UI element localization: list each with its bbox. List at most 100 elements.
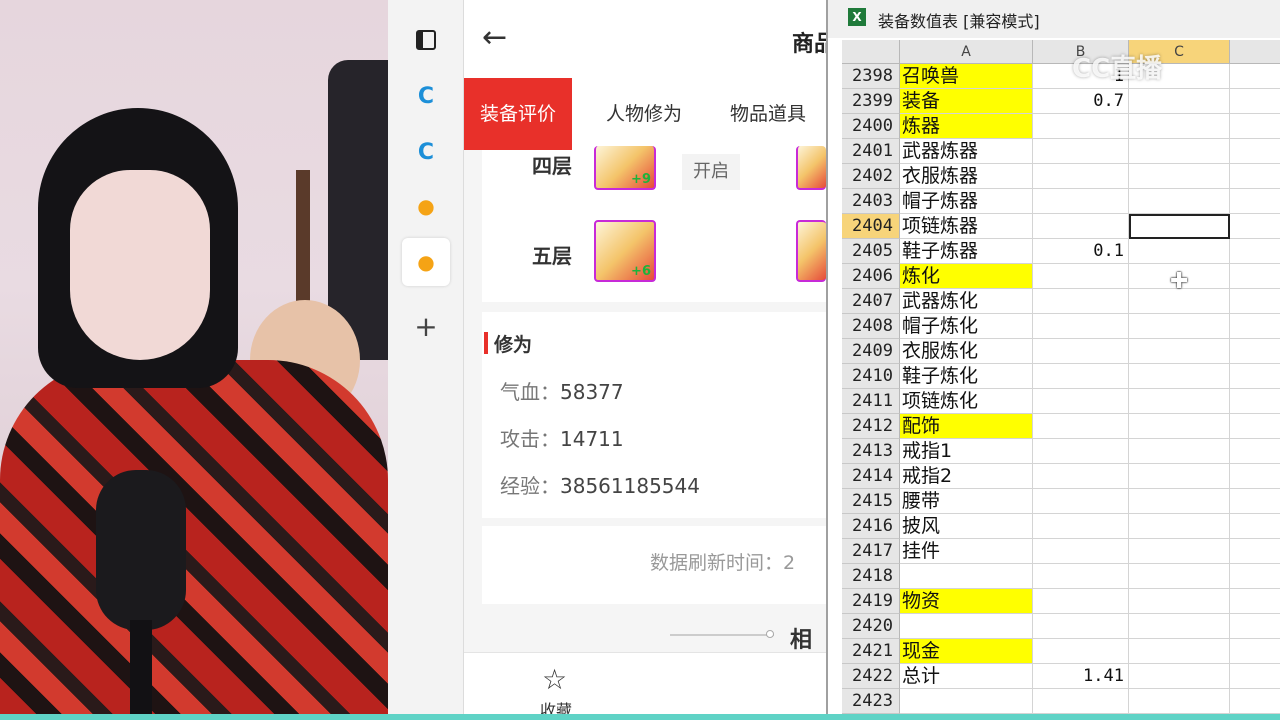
cell-b[interactable]: [1033, 464, 1129, 489]
cell-a[interactable]: 召唤兽: [900, 64, 1033, 89]
star-icon[interactable]: ☆: [542, 663, 567, 696]
cell-a[interactable]: 鞋子炼化: [900, 364, 1033, 389]
cell-b[interactable]: 1.41: [1033, 664, 1129, 689]
row-number[interactable]: 2422: [842, 664, 900, 689]
row-number[interactable]: 2400: [842, 114, 900, 139]
row-number[interactable]: 2420: [842, 614, 900, 639]
tab-e-icon-2[interactable]: C: [402, 128, 450, 176]
row-number[interactable]: 2415: [842, 489, 900, 514]
cell-d[interactable]: [1230, 339, 1280, 364]
row-number[interactable]: 2405: [842, 239, 900, 264]
cell-c[interactable]: [1129, 189, 1230, 214]
cell-c[interactable]: [1129, 639, 1230, 664]
row-number[interactable]: 2411: [842, 389, 900, 414]
cell-d[interactable]: [1230, 489, 1280, 514]
cell-b[interactable]: [1033, 514, 1129, 539]
item-slot-partial[interactable]: [796, 146, 826, 190]
cell-c[interactable]: [1129, 139, 1230, 164]
cell-b[interactable]: [1033, 414, 1129, 439]
cell-d[interactable]: [1230, 364, 1280, 389]
row-number[interactable]: 2418: [842, 564, 900, 589]
cell-d[interactable]: [1230, 89, 1280, 114]
row-number[interactable]: 2419: [842, 589, 900, 614]
cell-a[interactable]: 披风: [900, 514, 1033, 539]
cell-c[interactable]: [1129, 239, 1230, 264]
cell-b[interactable]: 0.1: [1033, 239, 1129, 264]
row-number[interactable]: 2399: [842, 89, 900, 114]
row-number[interactable]: 2413: [842, 439, 900, 464]
cell-b[interactable]: [1033, 389, 1129, 414]
spreadsheet-grid[interactable]: A B C 2398 召唤兽 1 2399 装备 0.7 2400 炼器 2401 武器炼器 240…: [842, 40, 1280, 714]
cell-c[interactable]: [1129, 339, 1230, 364]
cell-d[interactable]: [1230, 64, 1280, 89]
row-number[interactable]: 2404: [842, 214, 900, 239]
cell-c[interactable]: [1129, 439, 1230, 464]
cell-d[interactable]: [1230, 389, 1280, 414]
cell-a[interactable]: 帽子炼器: [900, 189, 1033, 214]
cell-b[interactable]: [1033, 639, 1129, 664]
cell-c[interactable]: [1129, 664, 1230, 689]
cell-a[interactable]: [900, 614, 1033, 639]
item-slot-partial[interactable]: [796, 220, 826, 282]
tab-equipment-rating[interactable]: 装备评价: [464, 78, 573, 150]
cell-c[interactable]: [1129, 539, 1230, 564]
cell-b[interactable]: [1033, 264, 1129, 289]
cell-b[interactable]: [1033, 339, 1129, 364]
cell-a[interactable]: 项链炼器: [900, 214, 1033, 239]
tab-overview-icon[interactable]: [402, 16, 450, 64]
cell-d[interactable]: [1230, 114, 1280, 139]
cell-a[interactable]: 腰带: [900, 489, 1033, 514]
cell-c[interactable]: [1129, 389, 1230, 414]
row-number[interactable]: 2412: [842, 414, 900, 439]
cell-a[interactable]: 物资: [900, 589, 1033, 614]
tab-bird-icon[interactable]: ●: [402, 182, 450, 230]
cell-b[interactable]: [1033, 564, 1129, 589]
cell-c[interactable]: [1129, 689, 1230, 714]
favorite-label[interactable]: 收藏: [540, 697, 572, 714]
cell-a[interactable]: 戒指1: [900, 439, 1033, 464]
cell-d[interactable]: [1230, 439, 1280, 464]
cell-a[interactable]: 戒指2: [900, 464, 1033, 489]
cell-c[interactable]: [1129, 564, 1230, 589]
cell-a[interactable]: 武器炼器: [900, 139, 1033, 164]
column-header-a[interactable]: A: [900, 40, 1033, 64]
cell-a[interactable]: 挂件: [900, 539, 1033, 564]
cell-b[interactable]: [1033, 164, 1129, 189]
cell-d[interactable]: [1230, 589, 1280, 614]
cell-b[interactable]: [1033, 314, 1129, 339]
cell-b[interactable]: [1033, 689, 1129, 714]
cell-d[interactable]: [1230, 214, 1280, 239]
cell-d[interactable]: [1230, 464, 1280, 489]
cell-b[interactable]: [1033, 214, 1129, 239]
cell-d[interactable]: [1230, 514, 1280, 539]
cell-d[interactable]: [1230, 239, 1280, 264]
row-number[interactable]: 2407: [842, 289, 900, 314]
cell-d[interactable]: [1230, 539, 1280, 564]
cell-a[interactable]: 炼器: [900, 114, 1033, 139]
cell-d[interactable]: [1230, 664, 1280, 689]
row-number[interactable]: 2401: [842, 139, 900, 164]
cell-b[interactable]: [1033, 364, 1129, 389]
cell-a[interactable]: 鞋子炼器: [900, 239, 1033, 264]
item-slot[interactable]: +9: [594, 146, 656, 190]
cell-a[interactable]: 装备: [900, 89, 1033, 114]
cell-a[interactable]: 项链炼化: [900, 389, 1033, 414]
selected-cell[interactable]: [1129, 214, 1230, 239]
cell-b[interactable]: [1033, 189, 1129, 214]
cell-a[interactable]: 炼化: [900, 264, 1033, 289]
cell-c[interactable]: [1129, 414, 1230, 439]
cell-d[interactable]: [1230, 414, 1280, 439]
tab-bird-icon-active[interactable]: ●: [402, 238, 450, 286]
item-slot[interactable]: +6: [594, 220, 656, 282]
cell-b[interactable]: [1033, 439, 1129, 464]
row-number[interactable]: 2406: [842, 264, 900, 289]
row-number[interactable]: 2423: [842, 689, 900, 714]
cell-a[interactable]: 武器炼化: [900, 289, 1033, 314]
row-number[interactable]: 2421: [842, 639, 900, 664]
row-number[interactable]: 2416: [842, 514, 900, 539]
cell-a[interactable]: 配饰: [900, 414, 1033, 439]
cell-c[interactable]: [1129, 514, 1230, 539]
cell-d[interactable]: [1230, 139, 1280, 164]
row-number[interactable]: 2417: [842, 539, 900, 564]
cell-b[interactable]: [1033, 539, 1129, 564]
